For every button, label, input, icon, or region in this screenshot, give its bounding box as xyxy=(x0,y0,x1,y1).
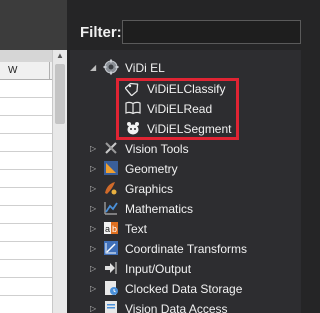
input-output-icon xyxy=(103,260,119,277)
geometry-icon xyxy=(103,160,119,177)
grid-row[interactable] xyxy=(0,188,52,206)
vision-tools-icon xyxy=(103,140,119,157)
expanded-arrow-icon[interactable]: ◢ xyxy=(90,63,98,73)
grid-row[interactable] xyxy=(0,296,52,313)
grid-row[interactable] xyxy=(0,242,52,260)
tree-group-label: Graphics xyxy=(125,182,174,196)
tree-group-label: Vision Data Access xyxy=(125,302,228,313)
tree-group-label: Mathematics xyxy=(125,202,194,216)
coordinate-transforms-icon xyxy=(103,240,119,257)
spreadsheet-toolbar-area xyxy=(0,0,67,50)
vertical-scrollbar[interactable]: ▲ xyxy=(52,50,67,313)
tree-group-label: Clocked Data Storage xyxy=(125,282,243,296)
mathematics-icon xyxy=(103,200,119,217)
grid-row[interactable] xyxy=(0,206,52,224)
collapsed-arrow-icon[interactable]: ▷ xyxy=(90,184,98,194)
graphics-icon xyxy=(103,180,119,197)
tree-group-graphics[interactable]: ▷ Graphics xyxy=(70,179,301,199)
collapsed-arrow-icon[interactable]: ▷ xyxy=(90,204,98,214)
toolbox-pane: Filter: ◢ ViDi EL ViDiELClassify ViDiELR… xyxy=(70,0,301,313)
tree-group-label: Input/Output xyxy=(125,262,192,276)
spreadsheet-pane: W ▲ xyxy=(0,0,67,313)
vidi-el-icon xyxy=(103,59,119,76)
tree-group-vision-tools[interactable]: ▷ Vision Tools xyxy=(70,139,301,159)
collapsed-arrow-icon[interactable]: ▷ xyxy=(90,144,98,154)
column-header-w[interactable]: W xyxy=(0,62,50,80)
grid-row[interactable] xyxy=(0,80,52,98)
tree-group-label: Text xyxy=(125,222,148,236)
filter-input[interactable] xyxy=(122,20,301,44)
tree-group-input-output[interactable]: ▷ Input/Output xyxy=(70,259,301,279)
collapsed-arrow-icon[interactable]: ▷ xyxy=(90,264,98,274)
grid-row[interactable] xyxy=(0,260,52,278)
tree-group-clocked-data-storage[interactable]: ▷ Clocked Data Storage xyxy=(70,279,301,299)
tree-group-text[interactable]: ▷ a b Text xyxy=(70,219,301,239)
grid-row[interactable] xyxy=(0,224,52,242)
grid-row[interactable] xyxy=(0,98,52,116)
column-header-row: W xyxy=(0,62,52,80)
collapsed-arrow-icon[interactable]: ▷ xyxy=(90,284,98,294)
tree-group-label: Vision Tools xyxy=(125,142,189,156)
tree-group-label: ViDi EL xyxy=(125,61,165,75)
collapsed-arrow-icon[interactable]: ▷ xyxy=(90,244,98,254)
tree-group-coordinate-transforms[interactable]: ▷ Coordinate Transforms xyxy=(70,239,301,259)
tree-group-vidi-el[interactable]: ◢ ViDi EL xyxy=(70,58,301,78)
svg-text:a: a xyxy=(105,224,110,234)
grid-row[interactable] xyxy=(0,116,52,134)
grid-row[interactable] xyxy=(0,170,52,188)
scroll-up-icon[interactable]: ▲ xyxy=(53,50,67,62)
svg-text:b: b xyxy=(112,224,117,234)
filter-label: Filter: xyxy=(80,24,122,41)
collapsed-arrow-icon[interactable]: ▷ xyxy=(90,224,98,234)
tree-group-label: Coordinate Transforms xyxy=(125,242,248,256)
scrollbar-thumb[interactable] xyxy=(55,64,65,124)
tree-group-label: Geometry xyxy=(125,162,178,176)
grid-row[interactable] xyxy=(0,278,52,296)
spreadsheet-grid[interactable] xyxy=(0,62,52,313)
collapsed-arrow-icon[interactable]: ▷ xyxy=(90,164,98,174)
clocked-data-storage-icon xyxy=(103,280,119,297)
text-icon: a b xyxy=(103,220,119,237)
grid-row[interactable] xyxy=(0,134,52,152)
highlight-annotation-box xyxy=(116,78,239,140)
tree-group-vision-data-access[interactable]: ▷ Vision Data Access xyxy=(70,299,301,313)
tree-group-geometry[interactable]: ▷ Geometry xyxy=(70,159,301,179)
tree-group-mathematics[interactable]: ▷ Mathematics xyxy=(70,199,301,219)
grid-row[interactable] xyxy=(0,152,52,170)
collapsed-arrow-icon[interactable]: ▷ xyxy=(90,304,98,313)
vision-data-access-icon xyxy=(103,300,119,313)
